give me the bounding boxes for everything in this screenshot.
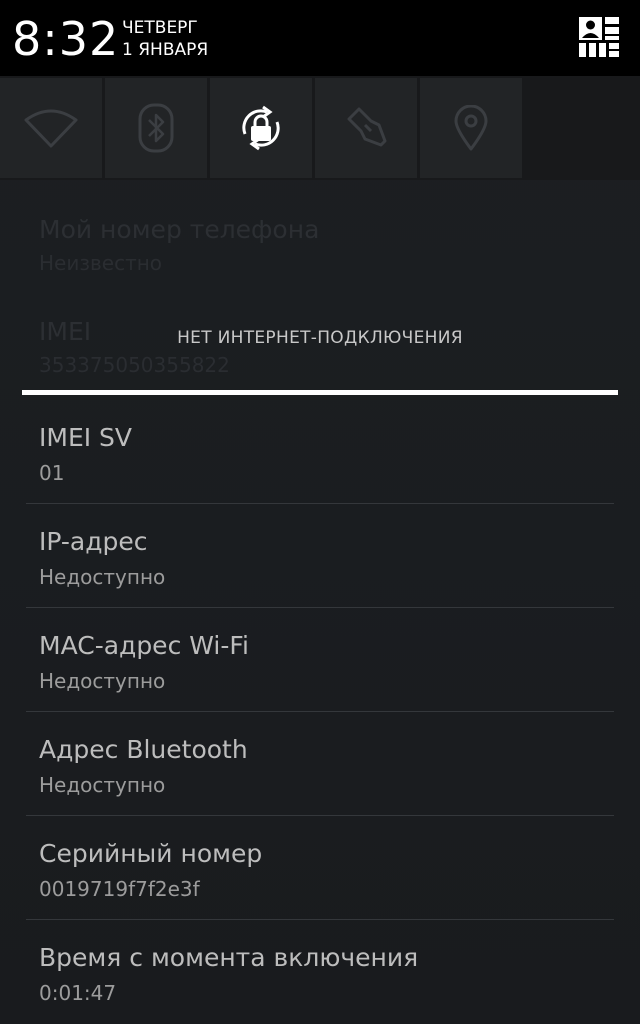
no-internet-notice: НЕТ ИНТЕРНЕТ-ПОДКЛЮЧЕНИЯ	[177, 328, 463, 348]
dimmed-item-value: 353375050355822	[39, 353, 230, 377]
list-item-uptime[interactable]: Время с момента включения 0:01:47	[0, 920, 640, 1024]
rotation-lock-icon	[236, 103, 286, 153]
list-item-value: Недоступно	[39, 565, 166, 589]
date-block[interactable]: ЧЕТВЕРГ 1 ЯНВАРЯ	[122, 17, 208, 61]
tile-location[interactable]	[420, 78, 522, 178]
wifi-icon	[24, 108, 78, 148]
list-item-title: MAC-адрес Wi-Fi	[39, 631, 249, 660]
list-item-imei-sv[interactable]: IMEI SV 01	[0, 400, 640, 504]
list-item-serial-number[interactable]: Серийный номер 0019719f7f2e3f	[0, 816, 640, 920]
tile-bluetooth[interactable]	[105, 78, 207, 178]
list-item-title: Адрес Bluetooth	[39, 735, 248, 764]
bluetooth-icon	[138, 103, 174, 153]
notification-header: 8:32 ЧЕТВЕРГ 1 ЯНВАРЯ	[0, 0, 640, 76]
list-item-value: 0:01:47	[39, 981, 117, 1005]
tile-rotation[interactable]	[210, 78, 312, 178]
day-label: ЧЕТВЕРГ	[122, 18, 198, 38]
list-item-ip-address[interactable]: IP-адрес Недоступно	[0, 504, 640, 608]
list-item-value: Недоступно	[39, 773, 166, 797]
quick-settings	[0, 76, 640, 180]
list-item-title: IP-адрес	[39, 527, 148, 556]
dimmed-item-title: Мой номер телефона	[39, 215, 320, 244]
tile-flashlight[interactable]	[315, 78, 417, 178]
location-icon	[454, 105, 488, 151]
user-switch-icon[interactable]	[578, 16, 620, 58]
list-item-value: 01	[39, 461, 65, 485]
screen: 8:32 ЧЕТВЕРГ 1 ЯНВАРЯ Мой номер телефона…	[0, 0, 640, 1024]
list-item-title: Время с момента включения	[39, 943, 419, 972]
flashlight-icon	[341, 105, 391, 151]
clock[interactable]: 8:32	[12, 12, 119, 66]
panel-handle-divider[interactable]	[22, 390, 618, 395]
list-item-value: 0019719f7f2e3f	[39, 877, 200, 901]
status-list: IMEI SV 01 IP-адрес Недоступно MAC-адрес…	[0, 400, 640, 1024]
list-item-value: Недоступно	[39, 669, 166, 693]
dimmed-item-imei: IMEI 353375050355822	[39, 316, 230, 382]
tile-wifi[interactable]	[0, 78, 102, 178]
list-item-title: IMEI SV	[39, 423, 133, 452]
date-label: 1 ЯНВАРЯ	[122, 40, 209, 60]
list-item-title: Серийный номер	[39, 839, 263, 868]
list-item-wifi-mac[interactable]: MAC-адрес Wi-Fi Недоступно	[0, 608, 640, 712]
dimmed-item-value: Неизвестно	[39, 251, 163, 275]
dimmed-item-phone-number: Мой номер телефона Неизвестно	[39, 214, 319, 276]
list-item-bluetooth-address[interactable]: Адрес Bluetooth Недоступно	[0, 712, 640, 816]
